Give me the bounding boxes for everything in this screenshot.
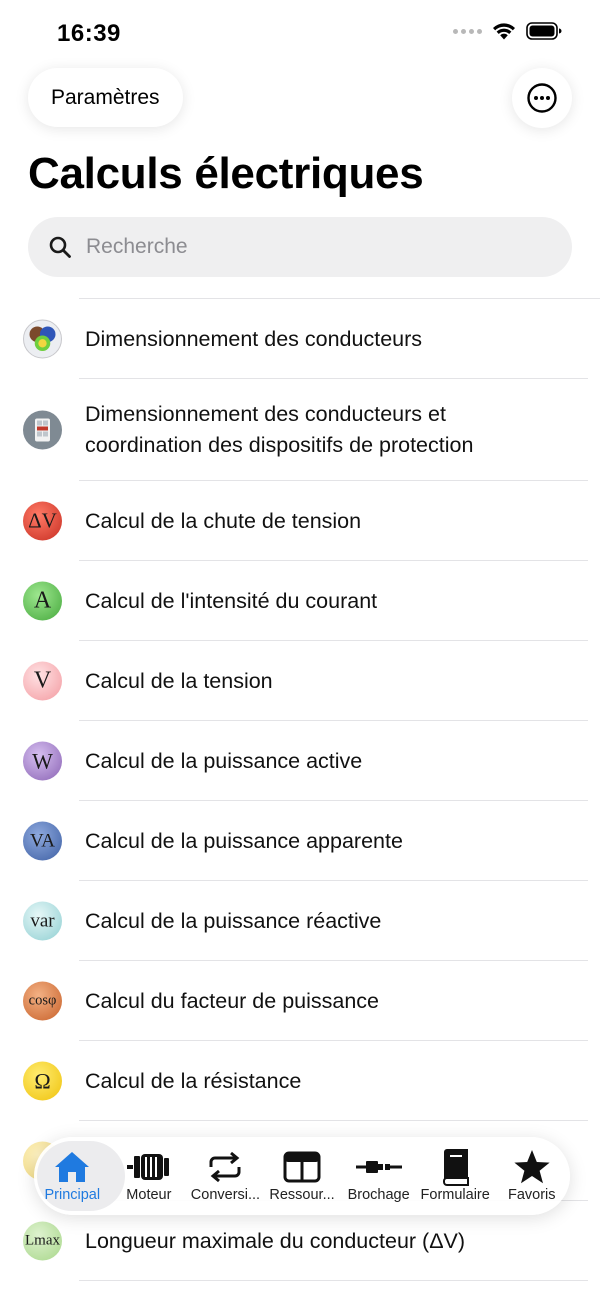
settings-button-label: Paramètres xyxy=(51,85,160,109)
list-item-label: Calcul de la résistance xyxy=(85,1068,302,1093)
cos-phi-icon: cosφ xyxy=(23,981,62,1021)
tab-label: Favoris xyxy=(507,1187,556,1203)
list-item-current[interactable]: A Calcul de l'intensité du courant xyxy=(0,561,600,641)
var-icon: var xyxy=(23,901,62,941)
status-indicators xyxy=(453,22,562,40)
list-item-label: Dimensionnement des conducteurs xyxy=(85,326,423,351)
repeat-icon xyxy=(209,1151,241,1183)
list-item-conductor-protection[interactable]: Dimensionnement des conducteurs et coord… xyxy=(0,379,600,481)
calculations-list: Dimensionnement des conducteurs Dimensio… xyxy=(0,298,600,1281)
list-item-label: Longueur maximale du conducteur (ΔV) xyxy=(85,1228,466,1253)
tab-conversion[interactable]: Conversi... xyxy=(187,1137,264,1215)
cable-connector-icon xyxy=(355,1161,402,1173)
list-item-resistance[interactable]: Ω Calcul de la résistance xyxy=(0,1041,600,1121)
tab-label: Moteur xyxy=(126,1187,172,1203)
layout-icon xyxy=(283,1151,321,1183)
list-item-label: Dimensionnement des conducteurs et coord… xyxy=(85,402,474,457)
list-item-power-factor[interactable]: cosφ Calcul du facteur de puissance xyxy=(0,961,600,1041)
list-item-label: Calcul de la chute de tension xyxy=(85,508,362,533)
page-title: Calculs électriques xyxy=(28,149,424,198)
tab-bar: Principal Moteur Conversi... Ressour... … xyxy=(34,1137,570,1215)
status-time: 16:39 xyxy=(57,20,121,47)
tab-moteur[interactable]: Moteur xyxy=(111,1137,188,1215)
ohm-icon: Ω xyxy=(23,1061,62,1101)
protection-icon xyxy=(23,410,62,450)
house-icon xyxy=(55,1152,90,1182)
tab-label: Conversi... xyxy=(190,1187,261,1203)
list-item-active-power[interactable]: W Calcul de la puissance active xyxy=(0,721,600,801)
search-placeholder: Recherche xyxy=(86,235,188,258)
list-item-label: Calcul de la puissance active xyxy=(85,748,363,773)
cellular-signal-icon xyxy=(453,28,482,34)
battery-icon xyxy=(526,22,562,40)
ellipsis-circle-icon xyxy=(527,83,557,113)
list-item-voltage-drop[interactable]: ΔV Calcul de la chute de tension xyxy=(0,481,600,561)
settings-button[interactable]: Paramètres xyxy=(28,68,183,127)
list-item-label: Calcul de la puissance apparente xyxy=(85,828,403,853)
watt-icon: W xyxy=(23,741,62,781)
list-item-label: Calcul de la puissance réactive xyxy=(85,908,382,933)
volt-icon: V xyxy=(23,661,62,701)
star-icon xyxy=(514,1150,550,1184)
ampere-icon: A xyxy=(23,581,62,621)
list-item-voltage[interactable]: V Calcul de la tension xyxy=(0,641,600,721)
list-item-conductor-sizing[interactable]: Dimensionnement des conducteurs xyxy=(0,299,600,379)
tab-label: Brochage xyxy=(347,1187,410,1203)
wifi-icon xyxy=(493,23,515,40)
tab-ressources[interactable]: Ressour... xyxy=(264,1137,341,1215)
tab-label: Principal xyxy=(44,1187,101,1203)
tab-principal[interactable]: Principal xyxy=(34,1137,111,1215)
conductors-icon xyxy=(23,319,62,359)
lmax-icon: Lmax xyxy=(23,1221,62,1261)
list-item-label: Calcul de l'intensité du courant xyxy=(85,588,378,613)
tab-label: Formulaire xyxy=(420,1187,490,1203)
tab-formulaire[interactable]: Formulaire xyxy=(417,1137,494,1215)
more-options-button[interactable] xyxy=(512,68,572,128)
tab-favoris[interactable]: Favoris xyxy=(493,1137,570,1215)
list-item-reactive-power[interactable]: var Calcul de la puissance réactive xyxy=(0,881,600,961)
list-item-label: Calcul de la tension xyxy=(85,668,273,693)
delta-v-icon: ΔV xyxy=(23,501,62,541)
list-item-label: Calcul du facteur de puissance xyxy=(85,988,380,1013)
list-item-apparent-power[interactable]: VA Calcul de la puissance apparente xyxy=(0,801,600,881)
tab-label: Ressour... xyxy=(269,1187,335,1203)
book-icon xyxy=(443,1149,470,1186)
tab-brochage[interactable]: Brochage xyxy=(340,1137,417,1215)
motor-icon xyxy=(126,1154,169,1180)
volt-ampere-icon: VA xyxy=(23,821,62,861)
search-field[interactable]: Recherche xyxy=(28,217,572,277)
search-icon xyxy=(49,236,71,258)
